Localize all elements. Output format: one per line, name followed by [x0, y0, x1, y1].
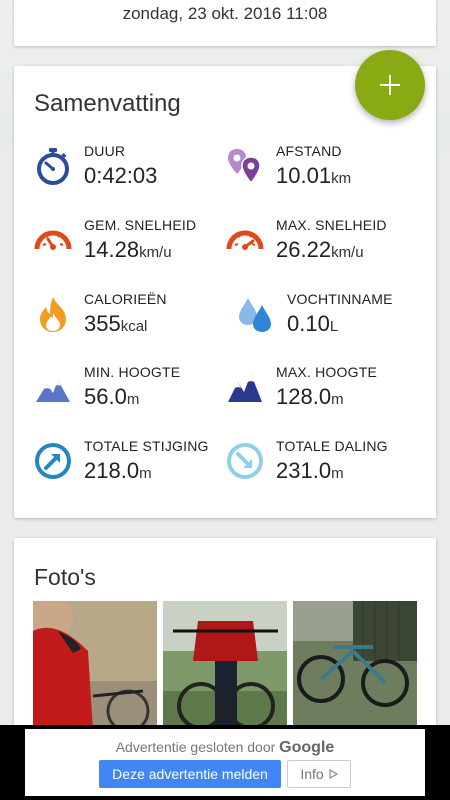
add-fab-button[interactable] [355, 50, 425, 120]
descent-arrow-icon [227, 443, 263, 479]
stat-value: 0:42:03 [84, 163, 158, 188]
stat-label: MAX. SNELHEID [276, 217, 387, 233]
stat-value: 231.0m [276, 458, 344, 483]
date-card: zondag, 23 okt. 2016 11:08 [14, 0, 436, 46]
stat-calories: CALORIEËN 355kcal [34, 291, 234, 341]
stat-duration: DUUR 0:42:03 [34, 143, 234, 193]
ad-banner: Advertentie gesloten door Google Deze ad… [0, 725, 450, 800]
stat-avg-speed: GEM. SNELHEID 14.28km/u [34, 217, 234, 267]
stat-total-ascent: TOTALE STIJGING 218.0m [34, 438, 234, 488]
stat-label: DUUR [84, 143, 126, 159]
stat-value: 218.0m [84, 458, 152, 483]
photo-thumbnail[interactable] [163, 601, 287, 731]
stopwatch-icon [37, 148, 69, 185]
report-ad-button[interactable]: Deze advertentie melden [99, 760, 281, 788]
stat-value: 26.22km/u [276, 237, 364, 262]
photo-thumbnail[interactable] [33, 601, 157, 731]
ad-panel: Advertentie gesloten door Google Deze ad… [25, 729, 425, 796]
stat-value: 10.01km [276, 163, 352, 188]
photo-image [163, 601, 287, 731]
stat-label: MAX. HOOGTE [276, 364, 377, 380]
stat-label: GEM. SNELHEID [84, 217, 197, 233]
speedometer-icon [34, 230, 72, 250]
flame-icon [40, 297, 66, 332]
photos-title: Foto's [34, 564, 96, 590]
stat-value: 128.0m [276, 384, 344, 409]
stat-value: 56.0m [84, 384, 140, 409]
play-triangle-icon [329, 769, 338, 779]
ad-closed-text: Advertentie gesloten door Google [115, 739, 335, 756]
stat-value: 355kcal [84, 311, 148, 336]
photo-image [33, 601, 157, 731]
stat-distance: AFSTAND 10.01km [226, 143, 426, 193]
summary-card: Samenvatting DUUR 0:42:03 AFSTAND 10.01k… [14, 66, 436, 518]
stat-min-altitude: MIN. HOOGTE 56.0m [34, 364, 234, 414]
stat-label: VOCHTINNAME [287, 291, 393, 307]
ad-info-label: Info [300, 766, 324, 782]
stat-label: TOTALE STIJGING [84, 438, 209, 454]
google-logo: Google [279, 739, 335, 756]
stat-max-speed: MAX. SNELHEID 26.22km/u [226, 217, 426, 267]
ascent-arrow-icon [35, 443, 71, 479]
stat-hydration: VOCHTINNAME 0.10L [236, 291, 436, 341]
stat-total-descent: TOTALE DALING 231.0m [226, 438, 426, 488]
plus-icon [380, 75, 400, 95]
stat-value: 14.28km/u [84, 237, 172, 262]
stat-label: TOTALE DALING [276, 438, 388, 454]
photos-card: Foto's [14, 538, 436, 738]
stat-label: CALORIEËN [84, 291, 167, 307]
water-drops-icon [239, 298, 271, 332]
stat-label: MIN. HOOGTE [84, 364, 181, 380]
photo-image [293, 601, 417, 731]
workout-date: zondag, 23 okt. 2016 11:08 [122, 4, 328, 23]
location-pins-icon [228, 149, 261, 185]
ad-info-button[interactable]: Info [287, 760, 351, 788]
stat-max-altitude: MAX. HOOGTE 128.0m [226, 364, 426, 414]
mountain-icon [228, 374, 262, 402]
summary-title: Samenvatting [34, 90, 181, 117]
photo-thumbnail[interactable] [293, 601, 417, 731]
stat-value: 0.10L [287, 311, 339, 336]
speedometer-icon [226, 230, 264, 250]
mountain-icon [36, 380, 70, 402]
stat-label: AFSTAND [276, 143, 342, 159]
